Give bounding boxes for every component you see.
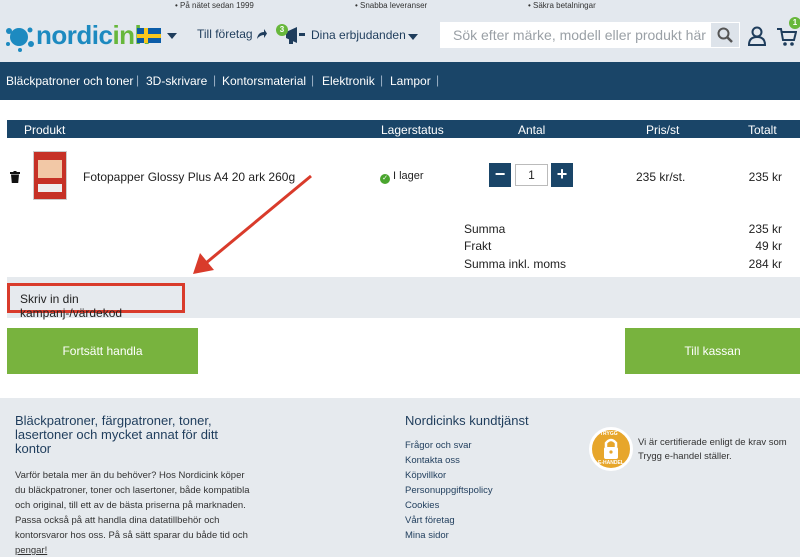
product-image[interactable] — [33, 151, 67, 200]
row-total: 235 kr — [748, 170, 782, 184]
chevron-down-icon[interactable] — [167, 33, 177, 39]
offers-count-badge: 3 — [276, 24, 288, 36]
col-unit-price: Pris/st — [646, 123, 680, 137]
footer-link-my-pages[interactable]: Mina sidor — [405, 530, 493, 545]
search-bar — [440, 22, 740, 48]
trygg-badge-bottom-text: E-HANDEL — [598, 460, 624, 466]
nordicink-logo[interactable]: nordicink — [4, 18, 149, 52]
nav-separator: | — [213, 73, 217, 87]
decrease-quantity-button[interactable]: − — [489, 163, 511, 187]
increase-quantity-button[interactable]: + — [551, 163, 573, 187]
col-total: Totalt — [748, 123, 777, 137]
summary-subtotal-label: Summa — [464, 222, 506, 236]
usp-fast-delivery: • Snabba leveranser — [355, 1, 428, 10]
usp-secure-payments: • Säkra betalningar — [528, 1, 596, 10]
footer-about-text: Varför betala mer än du behöver? Hos Nor… — [15, 470, 250, 556]
continue-shopping-button[interactable]: Fortsätt handla — [7, 328, 198, 374]
trygg-badge-top-text: TRYGG — [600, 431, 618, 437]
footer-link-privacy[interactable]: Personuppgiftspolicy — [405, 485, 493, 500]
footer-service-heading: Nordicinks kundtjänst — [405, 413, 529, 428]
site-header: nordicink Till företag 3 Dina erbjudande… — [0, 12, 800, 62]
usp-since-1999: • På nätet sedan 1999 — [175, 1, 254, 10]
usp-bar: • På nätet sedan 1999 • Snabba leveranse… — [0, 0, 800, 12]
summary-subtotal-value: 235 kr — [748, 222, 782, 236]
trash-icon[interactable] — [10, 171, 20, 183]
search-icon — [717, 27, 733, 43]
col-quantity: Antal — [518, 123, 546, 137]
trygg-ehandel-badge[interactable]: TRYGG E-HANDEL — [589, 427, 633, 471]
nav-separator: | — [436, 73, 440, 87]
footer-link-cookies[interactable]: Cookies — [405, 500, 493, 515]
user-account-icon[interactable] — [748, 26, 766, 46]
search-button[interactable] — [711, 23, 739, 47]
business-link[interactable]: Till företag — [197, 27, 253, 41]
summary-total-value: 284 kr — [748, 257, 782, 271]
nav-separator: | — [136, 73, 140, 87]
offers-link[interactable]: Dina erbjudanden — [311, 28, 406, 42]
promo-code-label: Skriv in din kampanj-/värdekod — [20, 292, 123, 320]
chevron-down-icon[interactable] — [408, 34, 418, 40]
summary-shipping-label: Frakt — [464, 239, 492, 253]
cart-count-badge: 1 — [789, 17, 800, 29]
footer-about-heading: Bläckpatroner, färgpatroner, toner, lase… — [15, 413, 219, 456]
quantity-input[interactable]: 1 — [515, 164, 548, 186]
product-name[interactable]: Fotopapper Glossy Plus A4 20 ark 260g — [83, 170, 295, 184]
stock-status: ✓ I lager — [380, 170, 424, 184]
nav-item-electronics[interactable]: Elektronik — [322, 74, 375, 88]
nav-separator: | — [311, 73, 315, 87]
ink-splash-icon — [6, 27, 34, 52]
unit-price: 235 kr/st. — [636, 170, 686, 184]
footer-link-contact[interactable]: Kontakta oss — [405, 455, 493, 470]
share-arrow-icon — [257, 29, 267, 39]
summary-shipping-value: 49 kr — [755, 239, 782, 253]
promo-code-toggle[interactable]: Skriv in din kampanj-/värdekod — [7, 283, 185, 320]
checkout-button[interactable]: Till kassan — [625, 328, 800, 374]
site-footer: Bläckpatroner, färgpatroner, toner, lase… — [0, 398, 800, 557]
category-nav: Bläckpatroner och toner | 3D-skrivare | … — [0, 62, 800, 100]
footer-link-terms[interactable]: Köpvillkor — [405, 470, 493, 485]
footer-link-faq[interactable]: Frågor och svar — [405, 440, 493, 455]
nav-item-3d-printers[interactable]: 3D-skrivare — [146, 74, 207, 88]
swedish-flag-icon[interactable] — [137, 28, 161, 43]
logo-text: nordicink — [36, 20, 149, 50]
trygg-certification-text: Vi är certifierade enligt de krav som Tr… — [638, 437, 787, 462]
cart-table-header: Produkt Lagerstatus Antal Pris/st Totalt — [7, 120, 800, 138]
nav-item-lamps[interactable]: Lampor — [390, 74, 431, 88]
check-circle-icon: ✓ — [380, 174, 390, 184]
footer-service-links: Frågor och svar Kontakta oss Köpvillkor … — [405, 440, 493, 545]
nav-item-office-supplies[interactable]: Kontorsmaterial — [222, 74, 306, 88]
search-input[interactable] — [453, 25, 713, 45]
summary-total-label: Summa inkl. moms — [464, 257, 567, 271]
col-product: Produkt — [24, 123, 66, 137]
cart-item-row: Fotopapper Glossy Plus A4 20 ark 260g ✓ I… — [0, 145, 800, 207]
nav-item-ink-toner[interactable]: Bläckpatroner och toner — [6, 74, 133, 88]
nav-separator: | — [380, 73, 384, 87]
col-stock: Lagerstatus — [381, 123, 444, 137]
shopping-cart-icon[interactable] — [777, 27, 797, 47]
footer-link-company[interactable]: Vårt företag — [405, 515, 493, 530]
promo-code-row: Skriv in din kampanj-/värdekod — [7, 277, 800, 320]
